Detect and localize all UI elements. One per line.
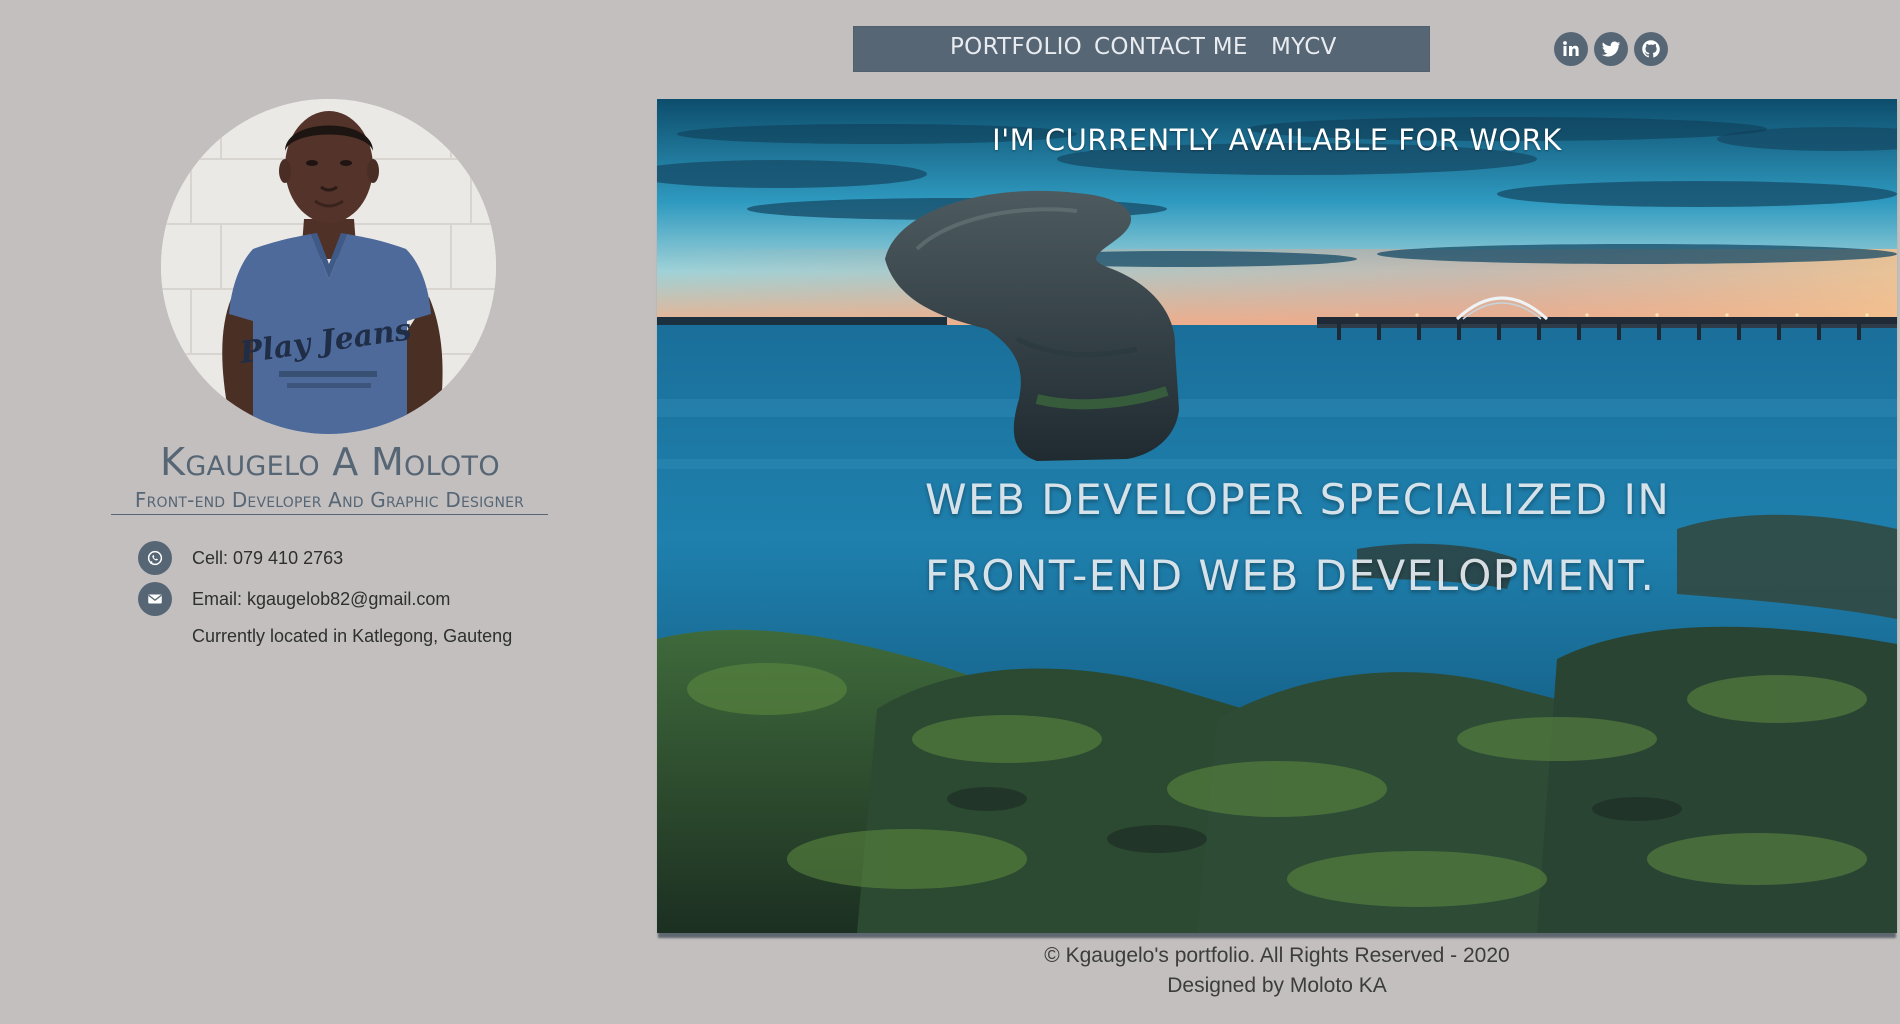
phone-text: Cell: 079 410 2763: [192, 547, 344, 568]
nav-link-portfolio[interactable]: PORTFOLIO: [950, 34, 1082, 60]
phone-row: Cell: 079 410 2763: [138, 541, 343, 575]
hero-banner: I'M CURRENTLY AVAILABLE FOR WORK WEB DEV…: [657, 99, 1897, 933]
location-text: Currently located in Katlegong, Gauteng: [192, 626, 513, 646]
hero-headline-line-1: WEB DEVELOPER SPECIALIZED IN: [925, 475, 1671, 524]
nav-link-mycv[interactable]: MYCV: [1271, 34, 1337, 60]
hero-headline-line-2: FRONT-END WEB DEVELOPMENT.: [925, 551, 1656, 600]
twitter-icon[interactable]: [1594, 32, 1628, 66]
availability-heading: I'M CURRENTLY AVAILABLE FOR WORK: [992, 123, 1562, 157]
profile-title: Front-end Developer And Graphic Designer: [111, 488, 548, 515]
linkedin-icon[interactable]: [1554, 32, 1588, 66]
profile-name: Kgaugelo A Moloto: [160, 440, 500, 484]
footer-copyright: © Kgaugelo's portfolio. All Rights Reser…: [1044, 944, 1510, 967]
email-row: Email: kgaugelob82@gmail.com: [138, 582, 450, 616]
email-text: Email: kgaugelob82@gmail.com: [192, 588, 451, 609]
footer-designer: Designed by Moloto KA: [1167, 974, 1387, 997]
top-nav: PORTFOLIO CONTACT ME MYCV: [853, 26, 1430, 72]
profile-avatar: Play Jeans: [161, 99, 496, 434]
envelope-icon: [138, 582, 172, 616]
social-links: [1554, 32, 1668, 66]
whatsapp-icon: [138, 541, 172, 575]
github-icon[interactable]: [1634, 32, 1668, 66]
nav-link-contact-me[interactable]: CONTACT ME: [1094, 34, 1248, 60]
